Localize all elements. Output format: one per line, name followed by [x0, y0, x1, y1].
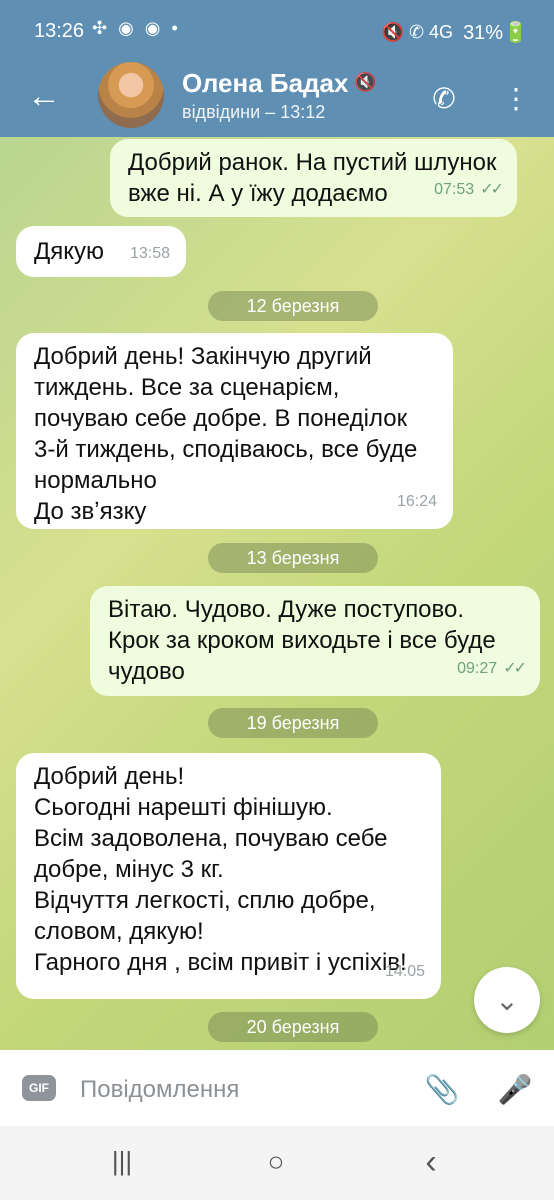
date-separator: 12 березня	[208, 291, 378, 321]
mute-icon: 🔇	[354, 72, 377, 92]
contact-name[interactable]: Олена Бадах	[182, 68, 348, 99]
chevron-down-icon: ⌄	[495, 984, 519, 1016]
battery-icon: 31%🔋	[463, 22, 528, 44]
message-composer: GIF 📎 🎤	[0, 1050, 554, 1126]
microphone-button[interactable]: 🎤	[494, 1068, 536, 1110]
date-separator: 19 березня	[208, 708, 378, 738]
message-list[interactable]: Добрий ранок. На пустий шлунок вже ні. А…	[0, 137, 554, 1050]
chat-header: ← Олена Бадах 🔇 відвідини – 13:12 ✆ ⋮	[0, 62, 554, 137]
message-time: 07:53 ✓✓	[434, 181, 504, 198]
message-time: 14:05	[384, 963, 425, 980]
message-time: 09:27 ✓✓	[457, 660, 527, 677]
incoming-message[interactable]: Добрий день! Закінчую другий тиждень. Вс…	[16, 333, 453, 529]
system-back-button[interactable]: ‹	[415, 1143, 447, 1181]
back-button[interactable]: ←	[22, 74, 66, 118]
call-button[interactable]: ✆	[424, 78, 464, 118]
system-status-icons: 🔇 ✆ 4G 31%🔋	[382, 20, 528, 45]
message-input[interactable]	[78, 1072, 382, 1108]
contact-avatar[interactable]	[98, 62, 164, 128]
status-time: 13:26	[34, 20, 85, 42]
outgoing-message[interactable]: Вітаю. Чудово. Дуже поступово. Крок за к…	[90, 586, 540, 696]
home-button[interactable]: ○	[258, 1144, 294, 1180]
incoming-message[interactable]: Добрий день! Сьогодні нарешті фінішую. В…	[16, 753, 441, 999]
notification-icons: ✣ ◉ ◉ •	[92, 18, 181, 38]
more-options-button[interactable]: ⋮	[496, 78, 536, 118]
last-seen-status: відвідини – 13:12	[182, 102, 326, 122]
date-separator: 13 березня	[208, 543, 378, 573]
message-time: 16:24	[396, 493, 437, 510]
read-checks-icon: ✓✓	[503, 660, 527, 677]
gif-button[interactable]: GIF	[22, 1075, 56, 1101]
incoming-message[interactable]: Дякую 13:58	[16, 226, 186, 277]
recent-apps-button[interactable]: |||	[105, 1146, 139, 1176]
outgoing-message[interactable]: Добрий ранок. На пустий шлунок вже ні. А…	[110, 139, 517, 217]
scroll-down-button[interactable]: ⌄	[474, 967, 540, 1033]
message-text: Добрий день! Сьогодні нарешті фінішую. В…	[34, 763, 407, 976]
system-navigation-bar: ||| ○ ‹	[0, 1126, 554, 1200]
status-bar: 13:26 ✣ ◉ ◉ • 🔇 ✆ 4G 31%🔋	[0, 0, 554, 62]
signal-icons: 🔇 ✆ 4G	[381, 22, 454, 42]
message-time: 13:58	[129, 245, 170, 262]
message-text: Добрий день! Закінчую другий тиждень. Вс…	[34, 343, 418, 525]
read-checks-icon: ✓✓	[480, 181, 504, 198]
attach-button[interactable]: 📎	[421, 1068, 463, 1110]
date-separator: 20 березня	[208, 1012, 378, 1042]
